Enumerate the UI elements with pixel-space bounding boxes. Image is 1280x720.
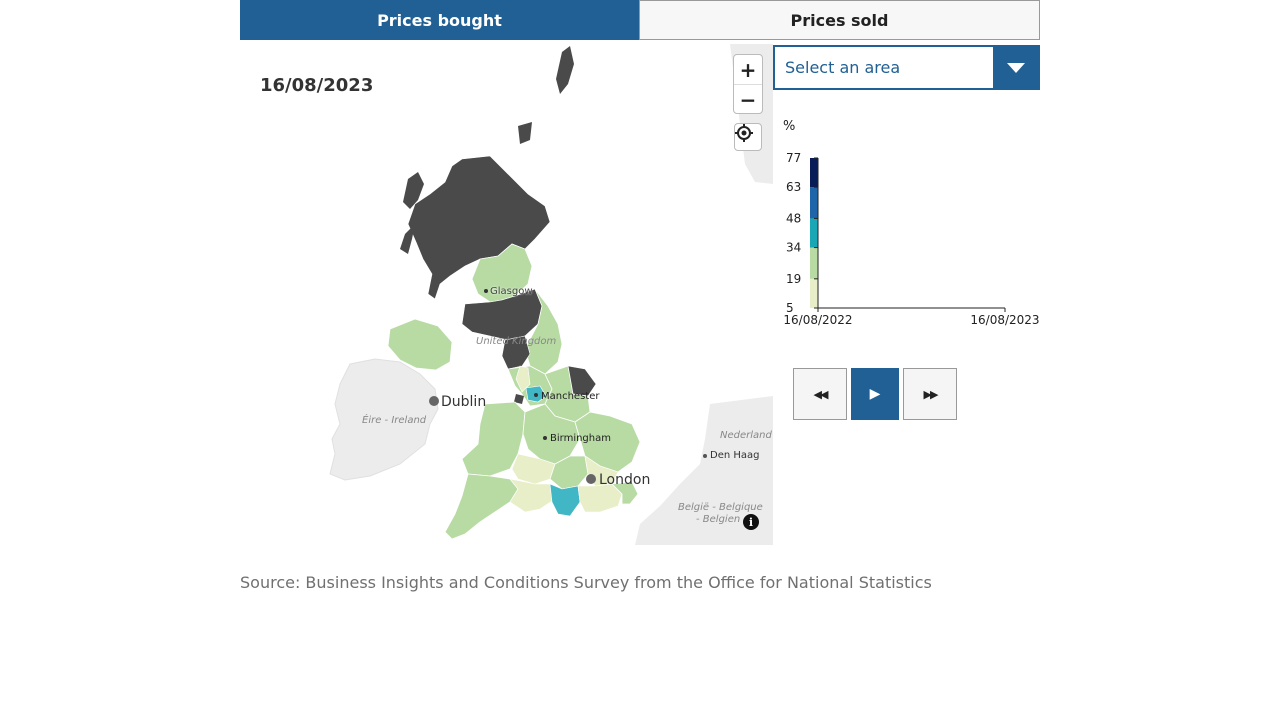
locate-button[interactable] — [734, 123, 762, 151]
info-icon[interactable]: i — [743, 514, 759, 530]
legend-chart: % 77 63 48 34 19 5 16/08/2022 16/08/2023 — [780, 110, 1040, 340]
map-date-label: 16/08/2023 — [260, 75, 374, 96]
legend-y-tick-label-3: 34 — [786, 241, 801, 255]
birmingham-marker — [543, 436, 547, 440]
tab-prices-bought[interactable]: Prices bought — [240, 0, 639, 40]
wessex-light-region — [509, 478, 556, 513]
london-marker — [586, 474, 596, 484]
legend-band-4 — [810, 187, 818, 219]
belgie-label-1: België - Belgique — [678, 502, 763, 513]
map[interactable]: 16/08/2023 Glasgow United Kingdom Manche… — [240, 44, 773, 545]
manchester-label: Manchester — [541, 391, 600, 402]
legend-y-tick-label-1: 63 — [786, 180, 801, 194]
legend-chart-svg: %7763483419516/08/2022 16/08/2023 — [783, 119, 1040, 327]
legend-x-tick-label-1: 16/08/2023 — [970, 313, 1039, 327]
manchester-marker — [534, 393, 538, 397]
legend-x-tick-label-0: 16/08/2022 — [783, 313, 852, 327]
zoom-out-button[interactable]: − — [734, 85, 762, 114]
rewind-button[interactable]: ◀◀ — [793, 368, 847, 420]
den-haag-marker — [703, 454, 707, 458]
chevron-down-icon[interactable] — [993, 47, 1038, 88]
area-select-placeholder: Select an area — [785, 58, 901, 77]
legend-band-5 — [810, 158, 818, 188]
forward-icon: ▶▶ — [923, 387, 939, 401]
tab-bar: Prices bought Prices sold — [240, 0, 1040, 40]
legend-band-2 — [810, 247, 818, 279]
play-icon: ▶ — [869, 386, 881, 402]
rewind-icon: ◀◀ — [813, 387, 829, 401]
london-label: London — [599, 472, 651, 488]
glasgow-label: Glasgow — [490, 286, 533, 297]
legend-y-tick-label-4: 19 — [786, 272, 801, 286]
legend-y-tick-label-0: 77 — [786, 151, 801, 165]
forward-button[interactable]: ▶▶ — [903, 368, 957, 420]
legend-y-tick-label-2: 48 — [786, 211, 801, 225]
orkney — [518, 122, 532, 144]
shetland — [556, 46, 574, 94]
legend-unit-label: % — [783, 119, 795, 134]
hampshire-region — [549, 483, 581, 517]
legend-band-3 — [810, 218, 818, 248]
area-select[interactable]: Select an area — [773, 45, 1040, 90]
united-kingdom-label: United Kingdom — [476, 336, 557, 347]
source-note: Source: Business Insights and Conditions… — [240, 573, 932, 592]
legend-band-1 — [810, 278, 818, 308]
ireland-label: Éire - Ireland — [362, 415, 427, 426]
play-button[interactable]: ▶ — [851, 368, 899, 420]
belgie-label-2: - Belgien — [696, 514, 741, 525]
glasgow-marker — [484, 289, 488, 293]
south-east-light-region — [577, 483, 623, 513]
birmingham-label: Birmingham — [550, 433, 611, 444]
dublin-marker — [429, 396, 439, 406]
den-haag-label: Den Haag — [710, 450, 760, 461]
south-west-region — [444, 473, 519, 540]
zoom-in-button[interactable]: + — [734, 55, 762, 85]
dublin-label: Dublin — [441, 394, 487, 410]
nederland-label: Nederland — [720, 430, 772, 441]
zoom-controls: + − — [733, 54, 763, 114]
tab-prices-sold[interactable]: Prices sold — [639, 0, 1040, 40]
crosshair-icon — [735, 124, 753, 142]
